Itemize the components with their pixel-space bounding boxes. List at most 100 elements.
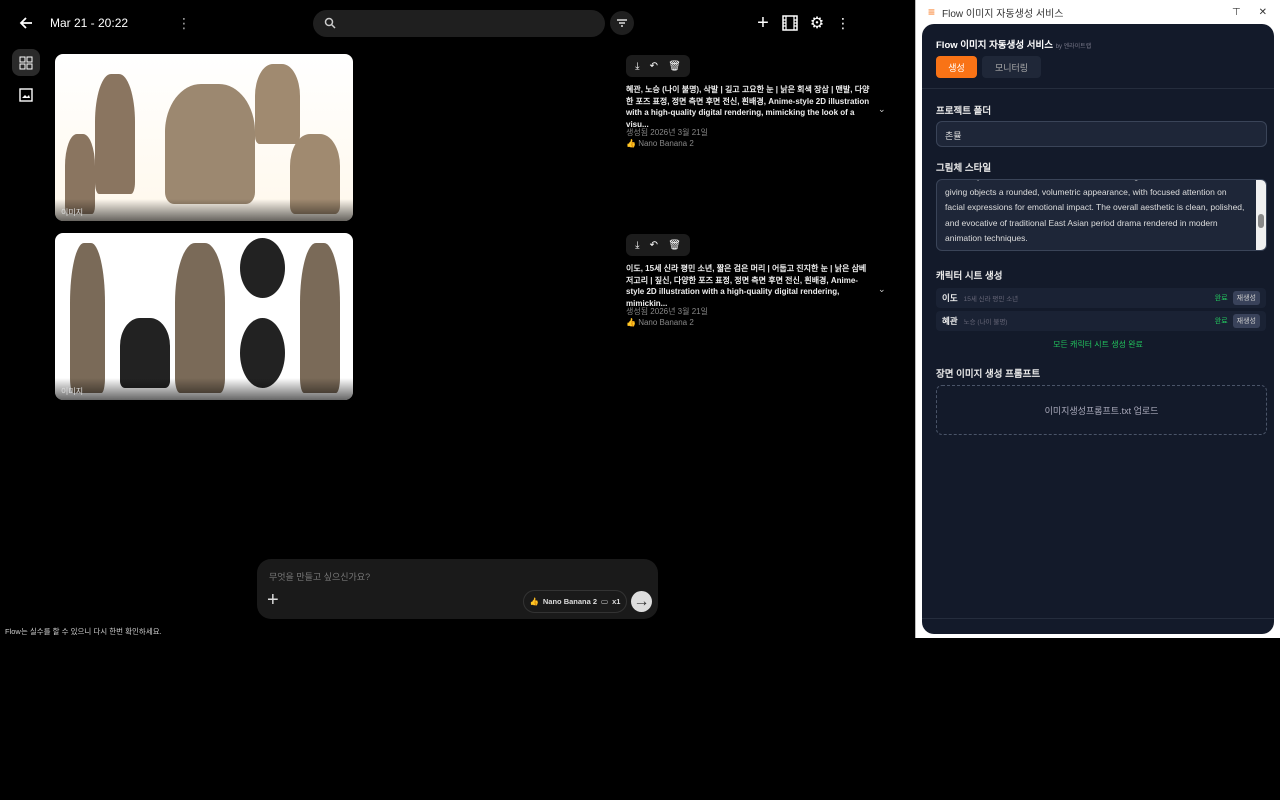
- divider: [922, 88, 1274, 89]
- project-folder-input[interactable]: 촌뮬: [936, 121, 1267, 147]
- model-label: 👍 Nano Banana 2: [626, 139, 694, 148]
- disclaimer: Flow는 실수를 할 수 있으니 다시 한번 확인하세요.: [5, 627, 162, 636]
- character-row: 혜관 노승 (나이 불명) 완료 재생성: [936, 311, 1266, 331]
- back-button[interactable]: [14, 11, 38, 35]
- panel-titlebar: ≡ Flow 이미지 자동생성 서비스 ⊤ ✕: [916, 0, 1280, 24]
- prompt-description: 혜관, 노승 (나이 불명), 삭발 | 깊고 고요한 눈 | 낡은 회색 장삼…: [626, 85, 870, 129]
- send-button[interactable]: →: [631, 591, 652, 612]
- regenerate-button[interactable]: 재생성: [1232, 291, 1260, 305]
- scrollbar[interactable]: [1256, 180, 1266, 250]
- card-actions: ⤓ ↶ 🗑: [626, 55, 690, 77]
- more-icon[interactable]: ⋮: [172, 11, 196, 35]
- all-done-message: 모든 캐릭터 시트 생성 완료: [1053, 340, 1143, 349]
- element: [240, 238, 285, 298]
- element: by 엔라이트랩: [1055, 44, 1092, 50]
- image-card[interactable]: 이미지: [55, 54, 353, 221]
- model-selector[interactable]: 👍 Nano Banana 2 ▭ x1: [523, 590, 627, 613]
- element: [165, 84, 255, 204]
- arrow-left-icon: [19, 17, 32, 29]
- element: [783, 16, 797, 30]
- expand-chevron-icon[interactable]: ⌄: [878, 104, 886, 115]
- arrow-right-icon: →: [633, 592, 650, 610]
- download-icon[interactable]: ⤓: [635, 240, 639, 251]
- scene-prompt-label: 장면 이미지 생성 프롬프트: [936, 369, 1041, 380]
- reuse-icon[interactable]: ↶: [650, 61, 658, 72]
- project-title: Mar 21 - 20:22: [50, 16, 129, 30]
- film-icon: [782, 15, 798, 31]
- status-badge: 완료: [1214, 295, 1228, 302]
- model-label: 👍 Nano Banana 2: [626, 318, 694, 327]
- element: 이도: [942, 293, 958, 303]
- element: [22, 95, 30, 98]
- element: [19, 56, 26, 62]
- regenerate-button[interactable]: 재생성: [1232, 314, 1260, 328]
- element: Nano Banana 2: [542, 597, 598, 606]
- created-date: 생성됨 2026년 3월 21일: [626, 307, 708, 316]
- element: [300, 243, 340, 393]
- add-button[interactable]: +: [751, 11, 775, 35]
- menu-button[interactable]: ⋮: [831, 11, 855, 35]
- pin-icon[interactable]: ⊤: [1232, 7, 1241, 18]
- download-icon[interactable]: ⤓: [635, 61, 639, 72]
- element: [255, 64, 300, 144]
- element: [26, 63, 33, 69]
- created-date: 생성됨 2026년 3월 21일: [626, 128, 708, 137]
- tab-generate[interactable]: 생성: [936, 56, 977, 78]
- element: x1: [612, 597, 621, 606]
- element: Nano Banana 2: [638, 139, 694, 148]
- prompt-input[interactable]: 무엇을 만들고 싶으신가요?: [269, 570, 370, 583]
- element: [617, 19, 627, 27]
- app-title: Flow 이미지 자동생성 서비스 by 엔라이트랩: [936, 37, 1091, 51]
- element: [70, 243, 105, 393]
- filter-button[interactable]: [610, 11, 634, 35]
- grid-view-button[interactable]: [12, 49, 40, 76]
- search-input[interactable]: [313, 10, 605, 37]
- element: anime style and minimal texture detail. …: [945, 180, 1245, 243]
- character-sheet-label: 캐릭터 시트 생성: [936, 271, 1003, 282]
- gear-icon: ⚙: [809, 15, 825, 32]
- element: Nano Banana 2: [638, 318, 694, 327]
- element: [19, 63, 26, 69]
- style-label: 그림체 스타일: [936, 163, 992, 174]
- element: [95, 74, 135, 194]
- element: [1258, 214, 1264, 228]
- element: [330, 23, 336, 29]
- style-textarea[interactable]: anime style and minimal texture detail. …: [936, 179, 1267, 251]
- image-label: 이미지: [61, 387, 84, 396]
- window-title: Flow 이미지 자동생성 서비스: [942, 8, 1064, 20]
- close-icon[interactable]: ✕: [1259, 7, 1267, 18]
- prompt-box: 무엇을 만들고 싶으신가요? + 👍 Nano Banana 2 ▭ x1 →: [257, 559, 658, 619]
- scenebuilder-button[interactable]: [778, 11, 802, 35]
- settings-button[interactable]: ⚙: [805, 11, 829, 35]
- image-label: 이미지: [61, 208, 84, 217]
- delete-icon[interactable]: 🗑: [668, 61, 681, 72]
- card-actions: ⤓ ↶ 🗑: [626, 234, 690, 256]
- divider: [922, 618, 1274, 619]
- image-view-button[interactable]: [12, 82, 40, 108]
- project-folder-label: 프로젝트 폴더: [936, 106, 992, 117]
- image-icon: [19, 88, 33, 102]
- filter-icon: [617, 19, 627, 27]
- tab-monitoring[interactable]: 모니터링: [982, 56, 1041, 78]
- element: [55, 378, 353, 400]
- status-badge: 완료: [1214, 318, 1228, 325]
- prompt-description: 이도, 15세 신라 평민 소년, 짧은 검은 머리 | 어둡고 진지한 눈 |…: [626, 264, 867, 308]
- element: [19, 88, 33, 102]
- menu-icon: ≡: [928, 5, 936, 19]
- delete-icon[interactable]: 🗑: [668, 240, 681, 251]
- element: [175, 243, 225, 393]
- extension-panel: ≡ Flow 이미지 자동생성 서비스 ⊤ ✕ Flow 이미지 자동생성 서비…: [915, 0, 1280, 638]
- reuse-icon[interactable]: ↶: [650, 240, 658, 251]
- image-card[interactable]: 이미지: [55, 233, 353, 400]
- element: [19, 17, 32, 29]
- add-media-button[interactable]: +: [267, 589, 279, 612]
- element: [324, 17, 334, 27]
- upload-dropzone[interactable]: 이미지생성프롬프트.txt 업로드: [936, 385, 1267, 435]
- grid-icon: [19, 56, 33, 69]
- element: 혜관: [942, 316, 958, 326]
- element: Flow 이미지 자동생성 서비스 by 엔라이트랩 생성 모니터링 프로젝트 …: [922, 24, 1274, 634]
- element: 15세 신라 평민 소년: [963, 296, 1019, 303]
- element: 노승 (나이 불명): [963, 319, 1008, 326]
- element: [55, 199, 353, 221]
- expand-chevron-icon[interactable]: ⌄: [878, 284, 886, 295]
